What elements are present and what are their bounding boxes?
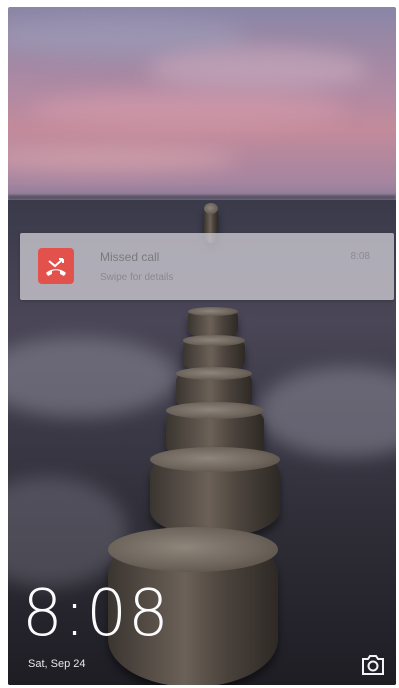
camera-icon[interactable]	[360, 653, 386, 677]
lockscreen-date: Sat, Sep 24	[28, 658, 86, 670]
notification-subtitle: Swipe for details	[100, 272, 174, 283]
missed-call-icon	[38, 248, 74, 284]
sky-cloud	[148, 47, 368, 92]
notification-title: Missed call	[100, 250, 160, 264]
pier-post	[150, 447, 280, 537]
sky-cloud	[8, 147, 238, 171]
notification-card[interactable]: Missed call Swipe for details 8:08	[20, 233, 394, 300]
lockscreen: Missed call Swipe for details 8:08 8:08 …	[8, 7, 396, 685]
notification-time: 8:08	[350, 251, 370, 262]
sky-cloud	[28, 92, 348, 128]
lockscreen-clock: 8:08	[22, 577, 170, 651]
